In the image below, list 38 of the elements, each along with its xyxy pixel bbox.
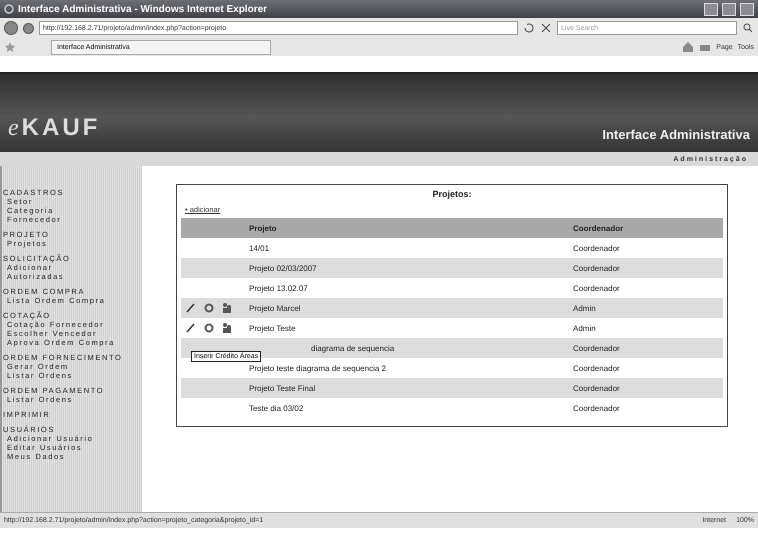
home-icon[interactable] bbox=[682, 41, 694, 53]
table-cell-text: Projeto Marcel bbox=[249, 304, 302, 312]
close-button[interactable] bbox=[740, 2, 754, 16]
table-cell-text: Admin bbox=[573, 304, 597, 312]
table-cell-text: Coordenador bbox=[573, 404, 621, 412]
table-cell-text: Projeto teste diagrama de sequencia 2 bbox=[249, 364, 387, 372]
star-icon[interactable] bbox=[4, 41, 16, 53]
people-icon[interactable] bbox=[221, 302, 233, 314]
pencil-icon[interactable] bbox=[185, 322, 197, 334]
table-cell-text: Coordenador bbox=[573, 284, 621, 292]
table-cell-text: Projeto Teste Final bbox=[249, 384, 316, 392]
banner-title: Interface Administrativa bbox=[602, 127, 750, 142]
forward-button[interactable] bbox=[23, 22, 34, 34]
column-header: Projeto bbox=[249, 224, 278, 232]
pencil-icon[interactable] bbox=[185, 302, 197, 314]
table-cell-text: Projeto Teste bbox=[249, 324, 297, 332]
table-cell-text: Admin bbox=[573, 324, 597, 332]
people-icon[interactable] bbox=[221, 322, 233, 334]
table-cell-text: Projeto 13.02.07 bbox=[249, 284, 309, 292]
table-cell-text: 14/01 bbox=[249, 244, 270, 252]
table-cell-text: Coordenador bbox=[573, 364, 621, 372]
table-cell-text: Projeto 02/03/2007 bbox=[249, 264, 318, 272]
table-cell-text: Coordenador bbox=[573, 384, 621, 392]
column-header: Coordenador bbox=[573, 224, 624, 232]
table-cell-text: diagrama de sequencia bbox=[310, 344, 396, 352]
refresh-icon[interactable] bbox=[523, 22, 535, 34]
logo: eKAUF bbox=[8, 114, 100, 142]
minimize-button[interactable] bbox=[704, 2, 718, 16]
window-title: Interface Administrativa - Windows Internet Explorer bbox=[18, 4, 268, 14]
table-cell-text: Coordenador bbox=[573, 264, 621, 272]
table-cell-text: Coordenador bbox=[573, 344, 621, 352]
maximize-button[interactable] bbox=[722, 2, 736, 16]
close-icon[interactable] bbox=[540, 22, 552, 34]
back-button[interactable] bbox=[4, 21, 18, 35]
panel-title: Projetos: bbox=[431, 189, 472, 199]
table-cell-text: Teste dia 03/02 bbox=[249, 404, 304, 412]
table-cell-text: Coordenador bbox=[573, 244, 621, 252]
search-icon[interactable] bbox=[742, 22, 754, 34]
